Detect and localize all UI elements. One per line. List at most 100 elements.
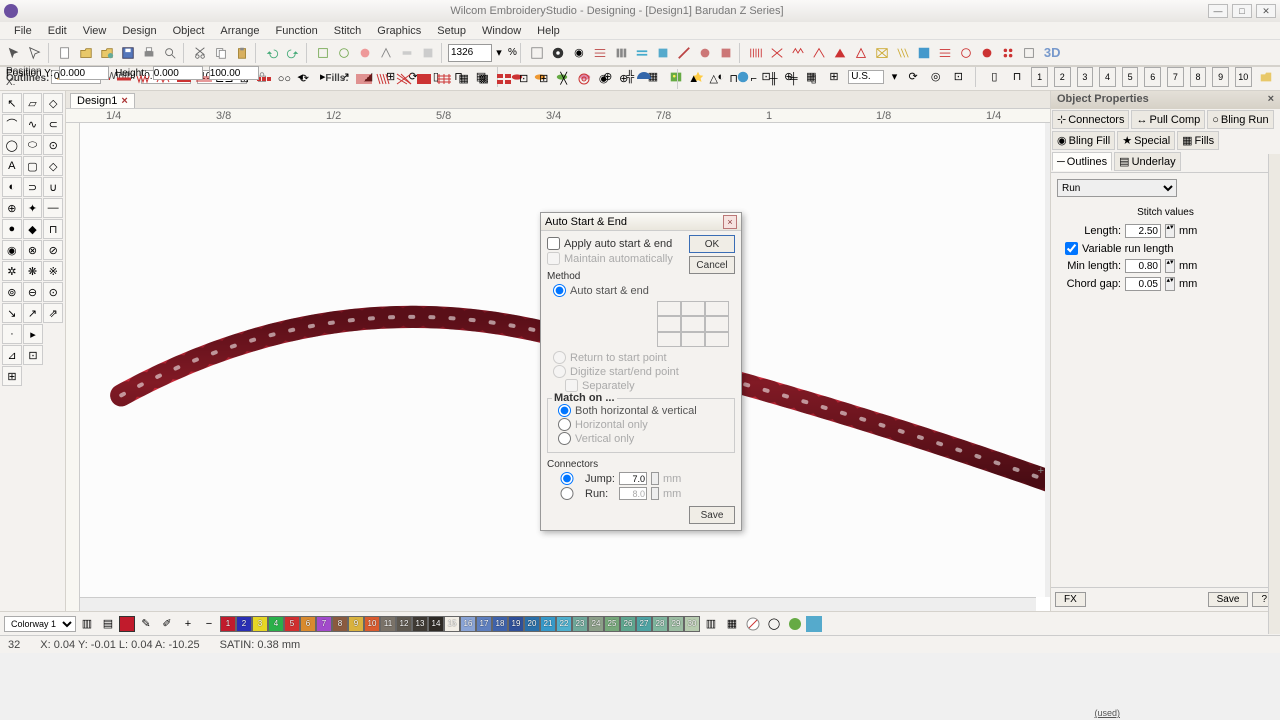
paste-icon[interactable] xyxy=(232,43,252,63)
color-swatch-30[interactable]: 30 xyxy=(684,616,700,632)
color-swatch-17[interactable]: 17 xyxy=(476,616,492,632)
frame-10-icon[interactable]: 10 xyxy=(1235,67,1252,87)
scrollbar-vertical[interactable] xyxy=(1045,123,1050,597)
lt-j-icon[interactable]: ⊃ xyxy=(23,177,43,197)
tool-h-icon[interactable]: ◉ xyxy=(569,43,589,63)
cancel-button[interactable]: Cancel xyxy=(689,256,735,274)
ol-12-icon[interactable]: ○○ xyxy=(275,71,293,87)
fl-1-icon[interactable] xyxy=(355,71,373,87)
color-swatch-1[interactable]: 1 xyxy=(220,616,236,632)
color-swatch-7[interactable]: 7 xyxy=(316,616,332,632)
menu-arrange[interactable]: Arrange xyxy=(212,24,267,38)
tab-connectors[interactable]: ⊹Connectors xyxy=(1052,110,1129,129)
fill-d-icon[interactable] xyxy=(809,43,829,63)
lt-w-icon[interactable]: ※ xyxy=(43,261,63,281)
tool-g-icon[interactable] xyxy=(527,43,547,63)
color-swatch-29[interactable]: 29 xyxy=(668,616,684,632)
lt-cc-icon[interactable]: ⇗ xyxy=(43,303,63,323)
menu-window[interactable]: Window xyxy=(474,24,529,38)
zoom-input[interactable] xyxy=(448,44,492,62)
status-used[interactable]: (used) xyxy=(1094,708,1120,718)
tool-b-icon[interactable] xyxy=(334,43,354,63)
panel-close-icon[interactable]: × xyxy=(1268,93,1274,107)
tab-special[interactable]: ★Special xyxy=(1117,131,1175,150)
cb-a-icon[interactable]: ▥ xyxy=(77,614,97,634)
lt-g-icon[interactable]: ▢ xyxy=(23,156,43,176)
fill-k-icon[interactable] xyxy=(956,43,976,63)
tool-o-icon[interactable] xyxy=(716,43,736,63)
cb-plus-icon[interactable]: + xyxy=(178,614,198,634)
menu-file[interactable]: File xyxy=(6,24,40,38)
color-swatch-16[interactable]: 16 xyxy=(460,616,476,632)
cb-current-icon[interactable] xyxy=(119,616,135,632)
lt-n-icon[interactable]: — xyxy=(43,198,63,218)
tab-blingfill[interactable]: ◉Bling Fill xyxy=(1052,131,1115,150)
ol-4-icon[interactable] xyxy=(115,71,133,87)
cb-brush-icon[interactable]: ✐ xyxy=(157,614,177,634)
fl-8-icon[interactable] xyxy=(495,71,513,87)
copy-icon[interactable] xyxy=(211,43,231,63)
color-swatch-27[interactable]: 27 xyxy=(636,616,652,632)
length-input[interactable] xyxy=(1125,224,1161,238)
fl-4-icon[interactable] xyxy=(415,71,433,87)
fl-7-icon[interactable]: ▩ xyxy=(475,71,493,87)
tool-a-icon[interactable] xyxy=(313,43,333,63)
menu-view[interactable]: View xyxy=(75,24,115,38)
tool-k-icon[interactable] xyxy=(632,43,652,63)
tab-pullcomp[interactable]: ↔Pull Comp xyxy=(1131,110,1205,129)
cb-e-icon[interactable]: ◯ xyxy=(764,614,784,634)
right-strip[interactable] xyxy=(1268,154,1280,634)
tb2-r-icon[interactable]: ▯ xyxy=(986,67,1003,87)
tab-design1[interactable]: Design1 × xyxy=(70,93,135,108)
fl-5-icon[interactable] xyxy=(435,71,453,87)
fl-10-icon[interactable]: ⊞ xyxy=(535,71,553,87)
lt-c-icon[interactable]: ⊂ xyxy=(43,114,63,134)
tool-f-icon[interactable] xyxy=(418,43,438,63)
ok-button[interactable]: OK xyxy=(689,235,735,253)
close-button[interactable]: ✕ xyxy=(1256,4,1276,18)
tab-underlay[interactable]: ▤Underlay xyxy=(1114,152,1180,171)
lt-o-icon[interactable]: ● xyxy=(2,219,22,239)
print-icon[interactable] xyxy=(139,43,159,63)
tool-c-icon[interactable] xyxy=(355,43,375,63)
fill-e-icon[interactable] xyxy=(830,43,850,63)
varlen-checkbox[interactable] xyxy=(1065,242,1078,255)
color-swatch-6[interactable]: 6 xyxy=(300,616,316,632)
lt-s-icon[interactable]: ⊗ xyxy=(23,240,43,260)
color-swatch-18[interactable]: 18 xyxy=(492,616,508,632)
colorway-select[interactable]: Colorway 1 xyxy=(4,616,76,632)
tool-e-icon[interactable] xyxy=(397,43,417,63)
outline-type-select[interactable]: Run xyxy=(1057,179,1177,197)
lt-f-icon[interactable]: ⊙ xyxy=(43,135,63,155)
machine-dd-icon[interactable]: ▾ xyxy=(890,67,899,87)
tb2-s-icon[interactable]: ⊓ xyxy=(1009,67,1026,87)
color-swatch-26[interactable]: 26 xyxy=(620,616,636,632)
fill-g-icon[interactable] xyxy=(872,43,892,63)
lt-d-icon[interactable]: ◯ xyxy=(2,135,22,155)
horiz-radio[interactable] xyxy=(558,418,571,431)
tb2-q-icon[interactable]: ⊡ xyxy=(950,67,967,87)
fl-9-icon[interactable]: ⊡ xyxy=(515,71,533,87)
color-swatch-24[interactable]: 24 xyxy=(588,616,604,632)
color-swatch-5[interactable]: 5 xyxy=(284,616,300,632)
lt-q-icon[interactable]: ⊓ xyxy=(43,219,63,239)
menu-setup[interactable]: Setup xyxy=(429,24,474,38)
apply-checkbox[interactable] xyxy=(547,237,560,250)
height-input[interactable] xyxy=(153,66,203,80)
lt-dd-icon[interactable]: · xyxy=(2,324,22,344)
lt-text-icon[interactable]: A xyxy=(2,156,22,176)
tool-i-icon[interactable] xyxy=(590,43,610,63)
fl-2-icon[interactable] xyxy=(375,71,393,87)
run-spinner[interactable] xyxy=(651,487,659,500)
frame-5-icon[interactable]: 5 xyxy=(1122,67,1139,87)
fill-a-icon[interactable] xyxy=(746,43,766,63)
open-icon[interactable] xyxy=(76,43,96,63)
pcth-input[interactable] xyxy=(209,66,259,80)
lt-b-icon[interactable]: ∿ xyxy=(23,114,43,134)
color-swatch-9[interactable]: 9 xyxy=(348,616,364,632)
ol-5-icon[interactable] xyxy=(135,71,153,87)
cb-f-icon[interactable] xyxy=(806,616,822,632)
lt-bb-icon[interactable]: ↗ xyxy=(23,303,43,323)
lt-z-icon[interactable]: ⊙ xyxy=(43,282,63,302)
pointer2-icon[interactable] xyxy=(25,43,45,63)
